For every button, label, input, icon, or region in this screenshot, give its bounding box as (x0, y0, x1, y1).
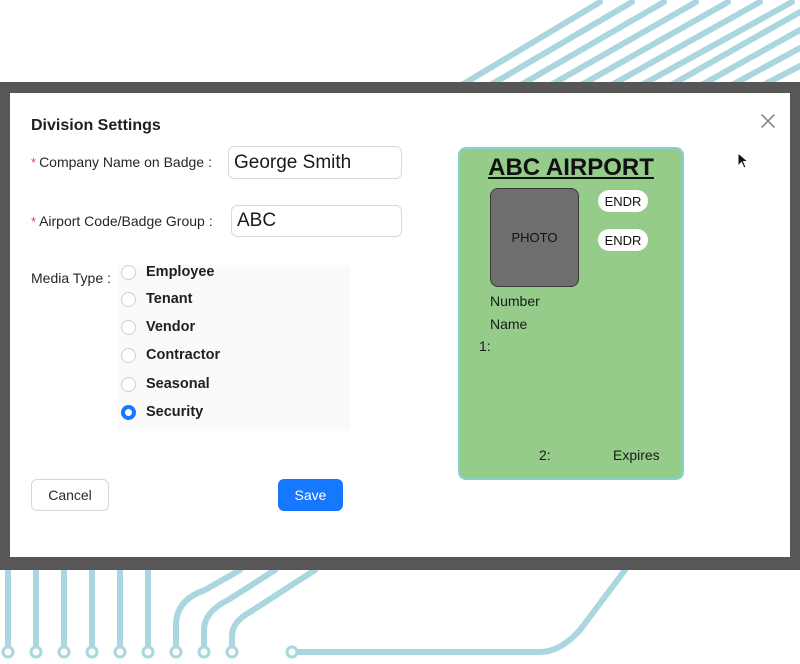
close-icon (761, 114, 775, 128)
badge-photo-placeholder: PHOTO (490, 188, 579, 287)
endorsement-pill: ENDR (598, 190, 648, 212)
company-name-label: * Company Name on Badge: (31, 154, 212, 170)
close-button[interactable] (758, 111, 778, 131)
radio-option-contractor[interactable]: Contractor (121, 344, 220, 366)
airport-code-label: * Airport Code/Badge Group: (31, 213, 213, 229)
media-type-radio-group: Employee Tenant Vendor Contractor Season… (118, 264, 351, 431)
radio-circle-selected (121, 404, 136, 420)
required-marker: * (31, 155, 37, 170)
radio-circle (121, 347, 136, 363)
radio-option-seasonal[interactable]: Seasonal (121, 373, 210, 395)
badge-line-1-label: 1: (479, 338, 491, 354)
badge-expires-label: Expires (613, 447, 660, 463)
radio-option-tenant[interactable]: Tenant (121, 288, 192, 310)
division-settings-dialog: Division Settings * Company Name on Badge… (10, 93, 790, 557)
dialog-title: Division Settings (31, 117, 161, 134)
airport-code-input[interactable] (231, 205, 402, 237)
mouse-pointer-icon (737, 152, 750, 169)
radio-circle (121, 376, 136, 392)
company-name-input[interactable] (228, 146, 402, 179)
media-type-label: Media Type: (31, 270, 112, 286)
badge-number-label: Number (490, 293, 540, 309)
radio-option-vendor[interactable]: Vendor (121, 316, 195, 338)
badge-name-label: Name (490, 316, 528, 332)
save-button[interactable]: Save (278, 479, 343, 511)
radio-circle (121, 319, 136, 335)
radio-circle (121, 291, 136, 307)
cancel-button[interactable]: Cancel (31, 479, 109, 511)
radio-option-employee[interactable]: Employee (121, 261, 215, 283)
badge-line-2-label: 2: (539, 447, 551, 463)
radio-option-security[interactable]: Security (121, 401, 203, 423)
badge-title: ABC AIRPORT (488, 154, 654, 181)
badge-preview: ABC AIRPORT PHOTO ENDR ENDR Number Name … (458, 147, 684, 480)
required-marker: * (31, 214, 37, 229)
endorsement-pill: ENDR (598, 229, 648, 251)
radio-circle (121, 264, 136, 280)
